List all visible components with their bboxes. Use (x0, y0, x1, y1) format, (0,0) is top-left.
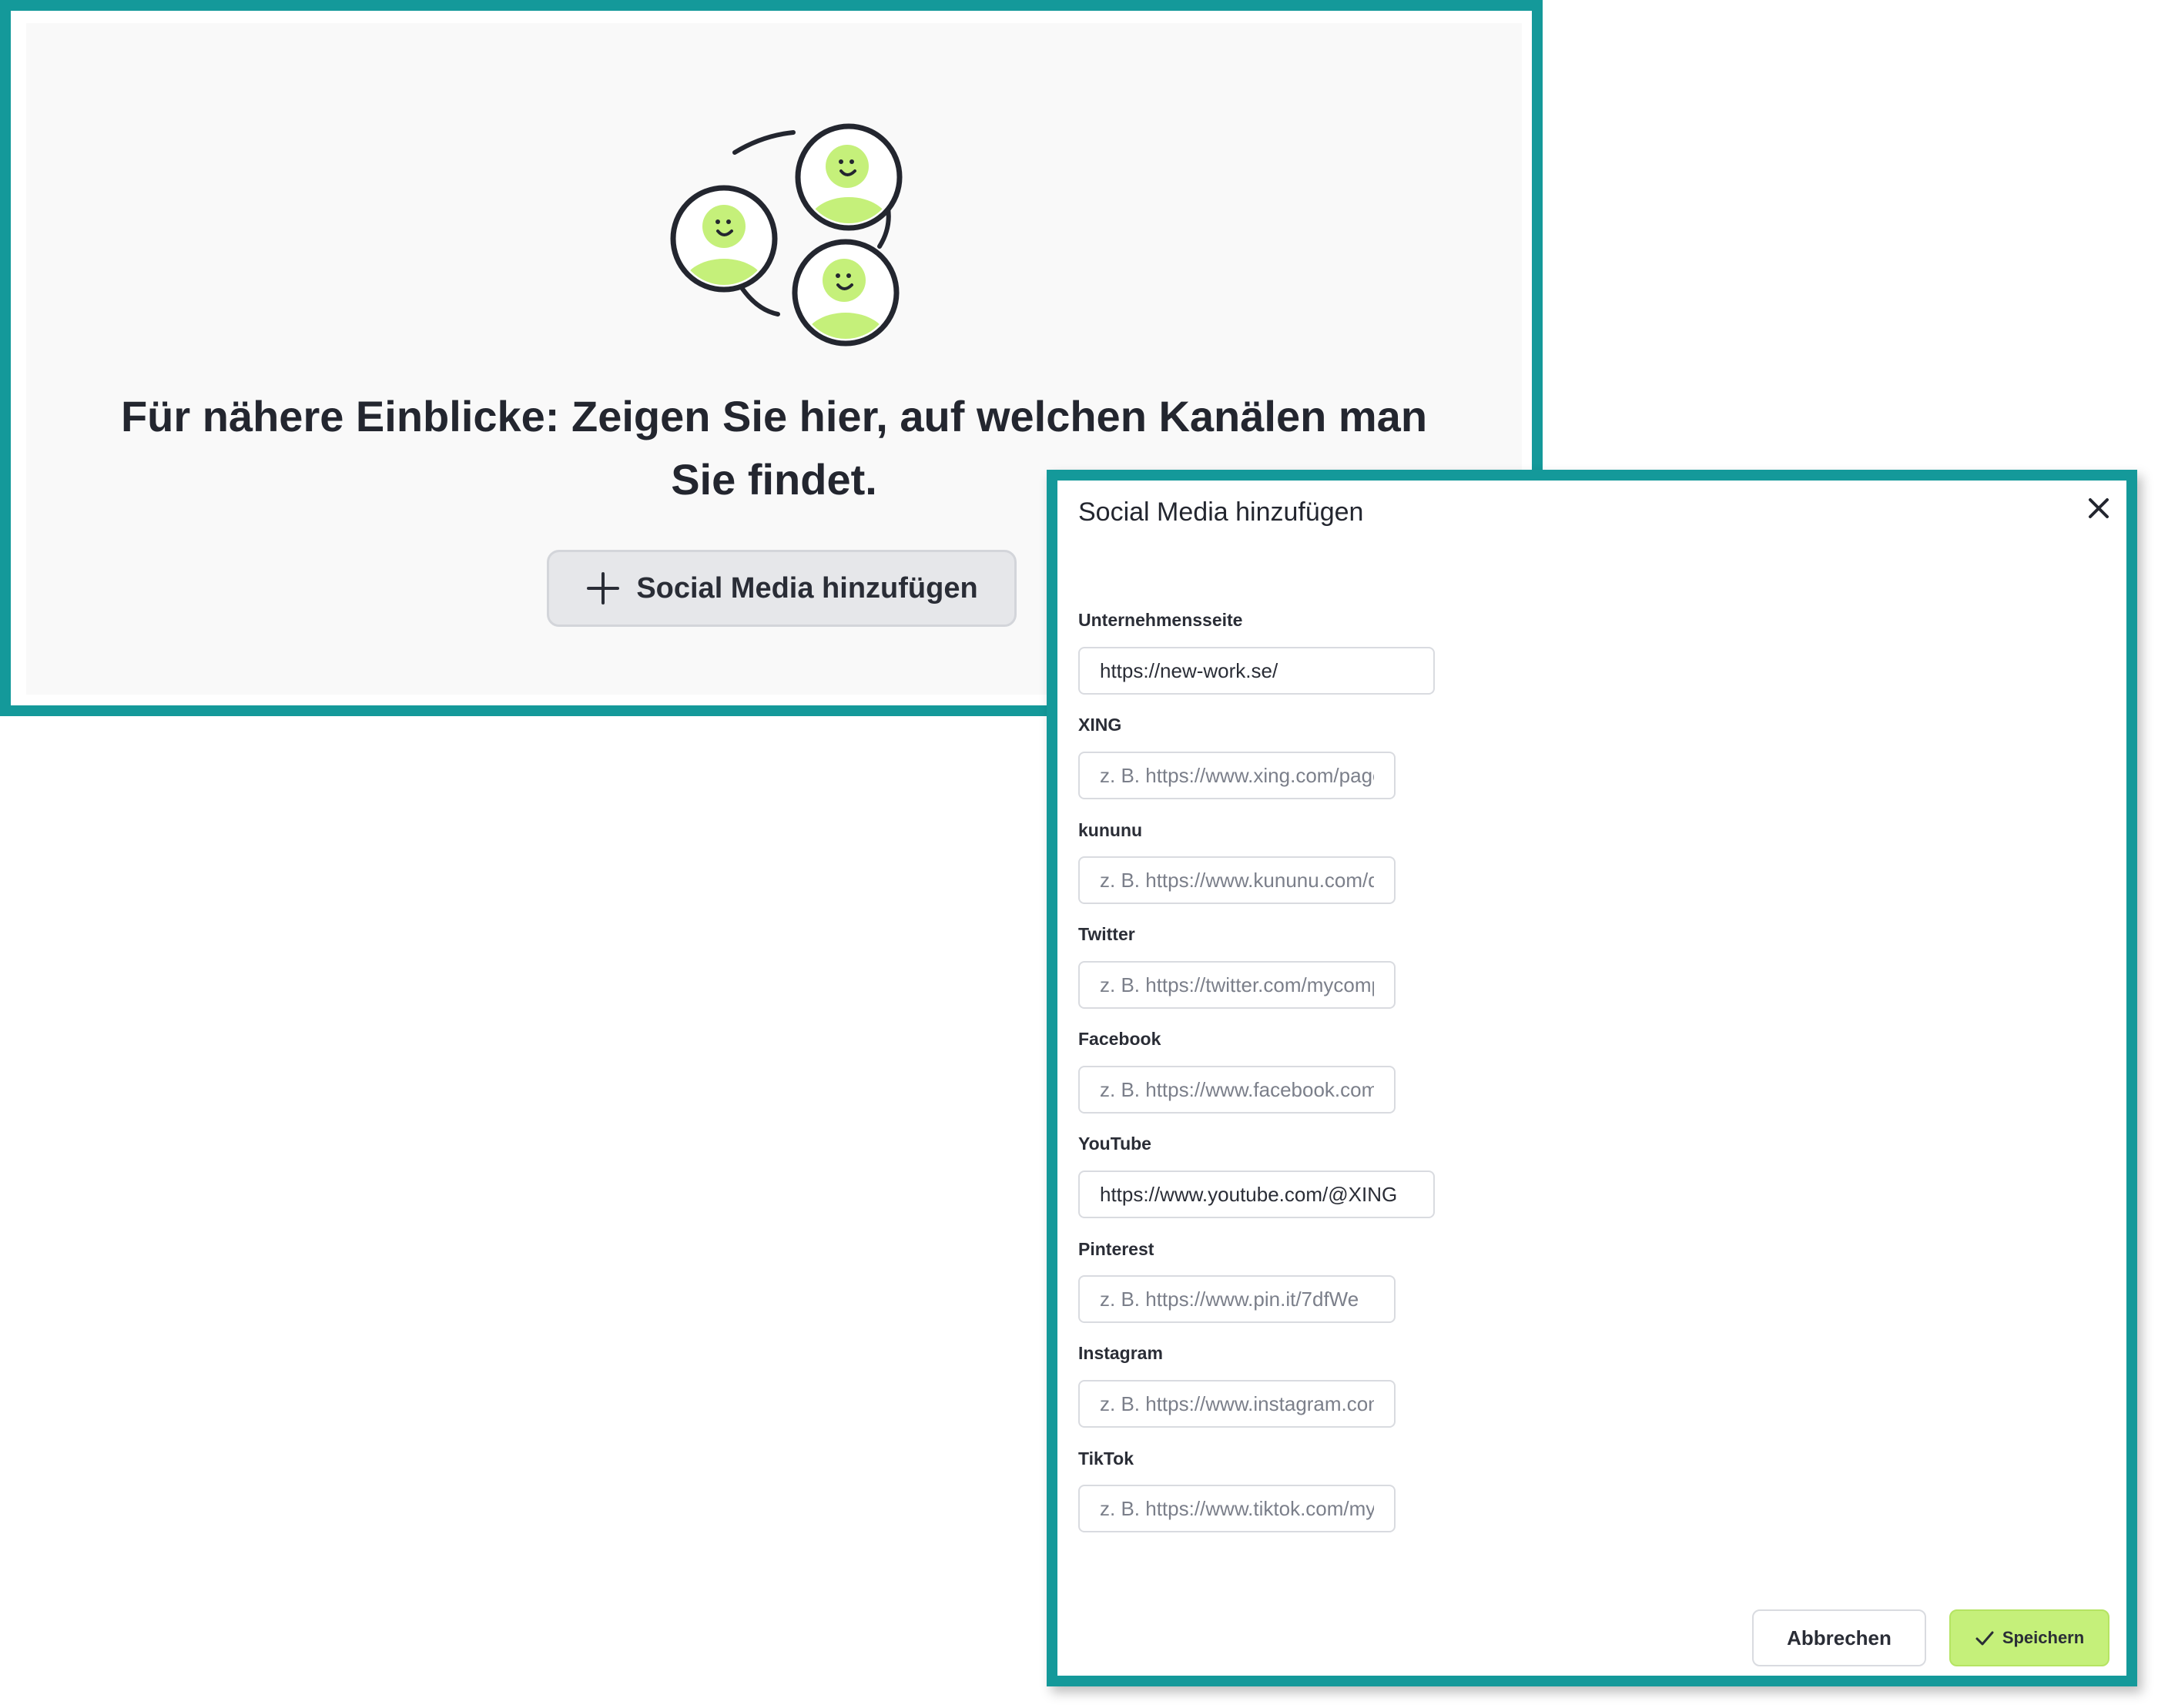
tiktok-label: TikTok (1078, 1448, 1134, 1469)
twitter-label: Twitter (1078, 924, 1135, 944)
cancel-button[interactable]: Abbrechen (1752, 1609, 1926, 1666)
modal-title: Social Media hinzufügen (1078, 497, 1364, 527)
pinterest-label: Pinterest (1078, 1239, 1154, 1259)
facebook-label: Facebook (1078, 1029, 1161, 1049)
company-page-label: Unternehmensseite (1078, 610, 1243, 630)
facebook-input[interactable] (1078, 1066, 1396, 1114)
add-social-media-label: Social Media hinzufügen (636, 571, 978, 604)
empty-state-title-line1: Für nähere Einblicke: Zeigen Sie hier, a… (120, 392, 1428, 440)
instagram-label: Instagram (1078, 1343, 1163, 1363)
kununu-label: kununu (1078, 820, 1143, 840)
close-icon[interactable] (2080, 490, 2117, 527)
tiktok-input[interactable] (1078, 1485, 1396, 1532)
instagram-input[interactable] (1078, 1380, 1396, 1428)
save-button[interactable]: Speichern (1949, 1609, 2109, 1666)
social-media-modal: Social Media hinzufügen Unternehmensseit… (1047, 470, 2137, 1686)
xing-input[interactable] (1078, 752, 1396, 799)
add-social-media-button[interactable]: Social Media hinzufügen (547, 550, 1017, 627)
company-page-input[interactable] (1078, 647, 1435, 695)
twitter-input[interactable] (1078, 961, 1396, 1009)
connected-people-illustration (670, 123, 903, 347)
pinterest-input[interactable] (1078, 1275, 1396, 1323)
youtube-label: YouTube (1078, 1134, 1151, 1154)
kununu-input[interactable] (1078, 856, 1396, 904)
check-icon (1975, 1631, 1994, 1646)
youtube-input[interactable] (1078, 1170, 1435, 1218)
xing-label: XING (1078, 715, 1122, 735)
plus-icon (587, 572, 620, 604)
empty-state-title-line2: Sie findet. (671, 455, 877, 504)
save-button-label: Speichern (2002, 1628, 2085, 1647)
